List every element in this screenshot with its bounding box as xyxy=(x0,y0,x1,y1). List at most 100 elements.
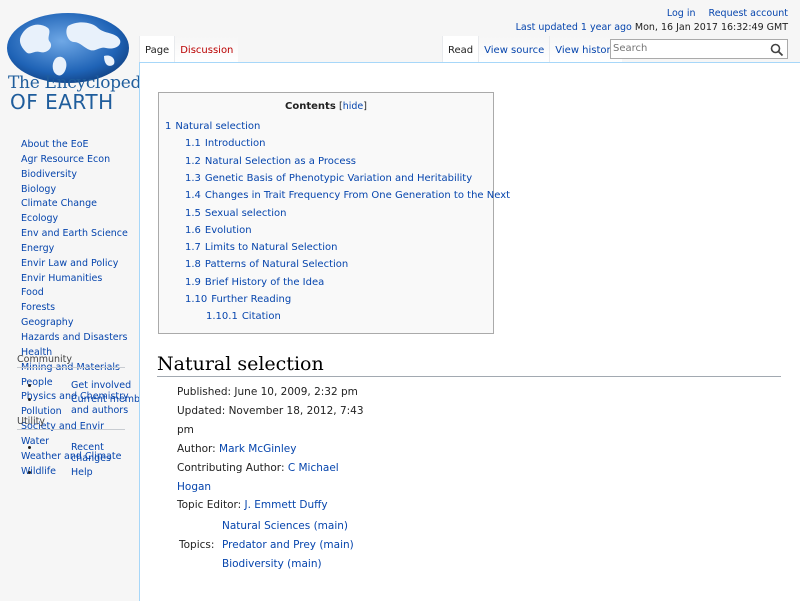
toc-item[interactable]: 1.1 Introduction xyxy=(185,138,265,149)
toc-text[interactable]: Genetic Basis of Phenotypic Variation an… xyxy=(205,173,472,184)
last-updated-link[interactable]: Last updated 1 year ago xyxy=(516,22,632,33)
contrib-author-link[interactable]: C Michael xyxy=(288,462,339,474)
toc-item[interactable]: 1.3 Genetic Basis of Phenotypic Variation… xyxy=(185,173,472,184)
toc-item[interactable]: 1.10.1 Citation xyxy=(206,311,281,322)
toc-text[interactable]: Further Reading xyxy=(211,294,291,305)
toc-item[interactable]: 1.2 Natural Selection as a Process xyxy=(185,156,356,167)
toc-item[interactable]: 1.4 Changes in Trait Frequency From One G… xyxy=(185,190,510,201)
sidebar-item[interactable]: Envir Law and Policy xyxy=(0,257,138,272)
sidebar-link[interactable]: Climate Change xyxy=(21,198,97,209)
topic-link-predator-prey[interactable]: Predator and Prey (main) xyxy=(222,539,354,551)
tab-discussion-label[interactable]: Discussion xyxy=(180,45,233,56)
sidebar-link[interactable]: Geography xyxy=(21,317,73,328)
sidebar-link[interactable]: Ecology xyxy=(21,213,58,224)
updated-date-cont: pm xyxy=(177,423,194,436)
sidebar-link[interactable]: Forests xyxy=(21,302,55,313)
sidebar-link[interactable]: Food xyxy=(21,287,44,298)
sidebar-item[interactable]: Forests xyxy=(0,301,138,316)
toc-number[interactable]: 1.5 xyxy=(185,208,201,219)
toc-number[interactable]: 1.6 xyxy=(185,225,201,236)
sidebar-item[interactable]: Food xyxy=(0,286,138,301)
sidebar-link-get-involved[interactable]: Get involved xyxy=(71,380,131,391)
toc-item[interactable]: 1 Natural selection xyxy=(165,121,260,132)
toc-text[interactable]: Patterns of Natural Selection xyxy=(205,259,348,270)
topic-link-biodiversity[interactable]: Biodiversity (main) xyxy=(222,558,322,570)
sidebar-link[interactable]: Env and Earth Science xyxy=(21,228,128,239)
toc-number[interactable]: 1.10 xyxy=(185,294,207,305)
tab-page-label[interactable]: Page xyxy=(145,45,169,56)
tab-page[interactable]: Page xyxy=(139,36,175,62)
toc-item[interactable]: 1.8 Patterns of Natural Selection xyxy=(185,259,348,270)
tab-read[interactable]: Read xyxy=(442,36,479,62)
search-icon[interactable] xyxy=(770,42,784,57)
sidebar-item[interactable]: Climate Change xyxy=(0,197,138,212)
sidebar-item[interactable]: Hazards and Disasters xyxy=(0,331,138,346)
site-logo[interactable]: The Encyclopedia OF EARTH xyxy=(0,0,156,120)
sidebar-link[interactable]: Envir Law and Policy xyxy=(21,258,118,269)
toc-text[interactable]: Natural selection xyxy=(175,121,260,132)
sidebar-item[interactable]: Env and Earth Science xyxy=(0,227,138,242)
sidebar-item[interactable]: Ecology xyxy=(0,212,138,227)
sidebar-link[interactable]: Hazards and Disasters xyxy=(21,332,128,343)
toc-number[interactable]: 1.4 xyxy=(185,190,201,201)
author-label: Author: xyxy=(177,442,220,455)
author-link[interactable]: Mark McGinley xyxy=(219,443,296,455)
toc-number[interactable]: 1.1 xyxy=(185,138,201,149)
toc-item[interactable]: 1.5 Sexual selection xyxy=(185,208,287,219)
login-link[interactable]: Log in xyxy=(667,8,696,19)
contrib-author-row-cont: Hogan xyxy=(177,478,364,497)
sidebar-link[interactable]: Agr Resource Econ xyxy=(21,154,110,165)
toc-text[interactable]: Brief History of the Idea xyxy=(205,277,324,288)
last-updated-date: Mon, 16 Jan 2017 16:32:49 GMT xyxy=(634,22,788,33)
sidebar-link-help[interactable]: Help xyxy=(71,467,93,478)
toc-text[interactable]: Evolution xyxy=(205,225,252,236)
request-account-link[interactable]: Request account xyxy=(709,8,788,19)
updated-date: Updated: November 18, 2012, 7:43 xyxy=(177,404,364,417)
topic-editor-label: Topic Editor: xyxy=(177,499,245,512)
toc-text[interactable]: Citation xyxy=(242,311,281,322)
toc-title: Contents xyxy=(285,101,336,112)
toc-item[interactable]: 1.9 Brief History of the Idea xyxy=(185,277,324,288)
sidebar-item[interactable]: Biology xyxy=(0,183,138,198)
sidebar-item-recent-changes[interactable]: Recent changes xyxy=(40,440,138,465)
toc-number[interactable]: 1.3 xyxy=(185,173,201,184)
tab-view-history-label[interactable]: View history xyxy=(555,45,616,56)
sidebar-link[interactable]: Biodiversity xyxy=(21,169,77,180)
sidebar-link[interactable]: Energy xyxy=(21,243,54,254)
toc-text[interactable]: Sexual selection xyxy=(205,208,287,219)
sidebar-link-recent-changes[interactable]: Recent changes xyxy=(71,442,111,464)
sidebar-item[interactable]: Energy xyxy=(0,242,138,257)
toc-text[interactable]: Natural Selection as a Process xyxy=(205,156,356,167)
sidebar-item[interactable]: Envir Humanities xyxy=(0,272,138,287)
toc-number[interactable]: 1 xyxy=(165,121,171,132)
sidebar-item[interactable]: Geography xyxy=(0,316,138,331)
sidebar-item[interactable]: Biodiversity xyxy=(0,168,138,183)
toc-number[interactable]: 1.10.1 xyxy=(206,311,238,322)
toc-number[interactable]: 1.2 xyxy=(185,156,201,167)
tab-read-label[interactable]: Read xyxy=(448,45,473,56)
toc-number[interactable]: 1.9 xyxy=(185,277,201,288)
toc-text[interactable]: Introduction xyxy=(205,138,266,149)
tab-discussion[interactable]: Discussion xyxy=(174,36,239,62)
contrib-author-link-cont[interactable]: Hogan xyxy=(177,481,211,493)
sidebar-item[interactable]: About the EoE xyxy=(0,138,138,153)
sidebar-item-get-involved[interactable]: Get involved xyxy=(40,378,138,392)
sidebar-link[interactable]: Biology xyxy=(21,184,56,195)
toc-item[interactable]: 1.7 Limits to Natural Selection xyxy=(185,242,337,253)
search-input[interactable] xyxy=(613,41,763,56)
toc-number[interactable]: 1.7 xyxy=(185,242,201,253)
tab-view-source[interactable]: View source xyxy=(478,36,550,62)
toc-text[interactable]: Limits to Natural Selection xyxy=(205,242,338,253)
toc-item[interactable]: 1.6 Evolution xyxy=(185,225,252,236)
sidebar-item-help[interactable]: Help xyxy=(40,465,138,479)
sidebar-item[interactable]: Agr Resource Econ xyxy=(0,153,138,168)
toc-number[interactable]: 1.8 xyxy=(185,259,201,270)
sidebar-link[interactable]: Envir Humanities xyxy=(21,273,102,284)
toc-item[interactable]: 1.10 Further Reading xyxy=(185,294,291,305)
topic-editor-link[interactable]: J. Emmett Duffy xyxy=(245,499,328,511)
toc-hide-link[interactable]: hide xyxy=(343,101,364,112)
toc-text[interactable]: Changes in Trait Frequency From One Gene… xyxy=(205,190,510,201)
sidebar-link[interactable]: About the EoE xyxy=(21,139,89,150)
tab-view-source-label[interactable]: View source xyxy=(484,45,544,56)
topic-link-natural-sciences[interactable]: Natural Sciences (main) xyxy=(222,520,348,532)
